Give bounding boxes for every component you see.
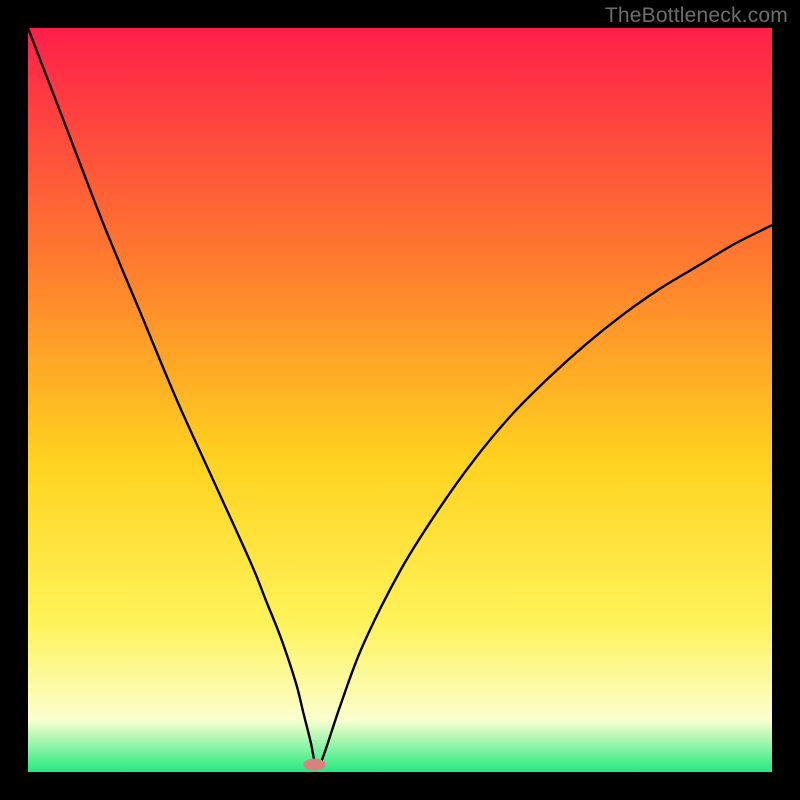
- chart-svg: [28, 28, 772, 772]
- gradient-background: [28, 28, 772, 772]
- chart-frame: TheBottleneck.com: [0, 0, 800, 800]
- plot-area: [28, 28, 772, 772]
- optimum-marker: [303, 759, 325, 771]
- watermark-text: TheBottleneck.com: [605, 4, 788, 28]
